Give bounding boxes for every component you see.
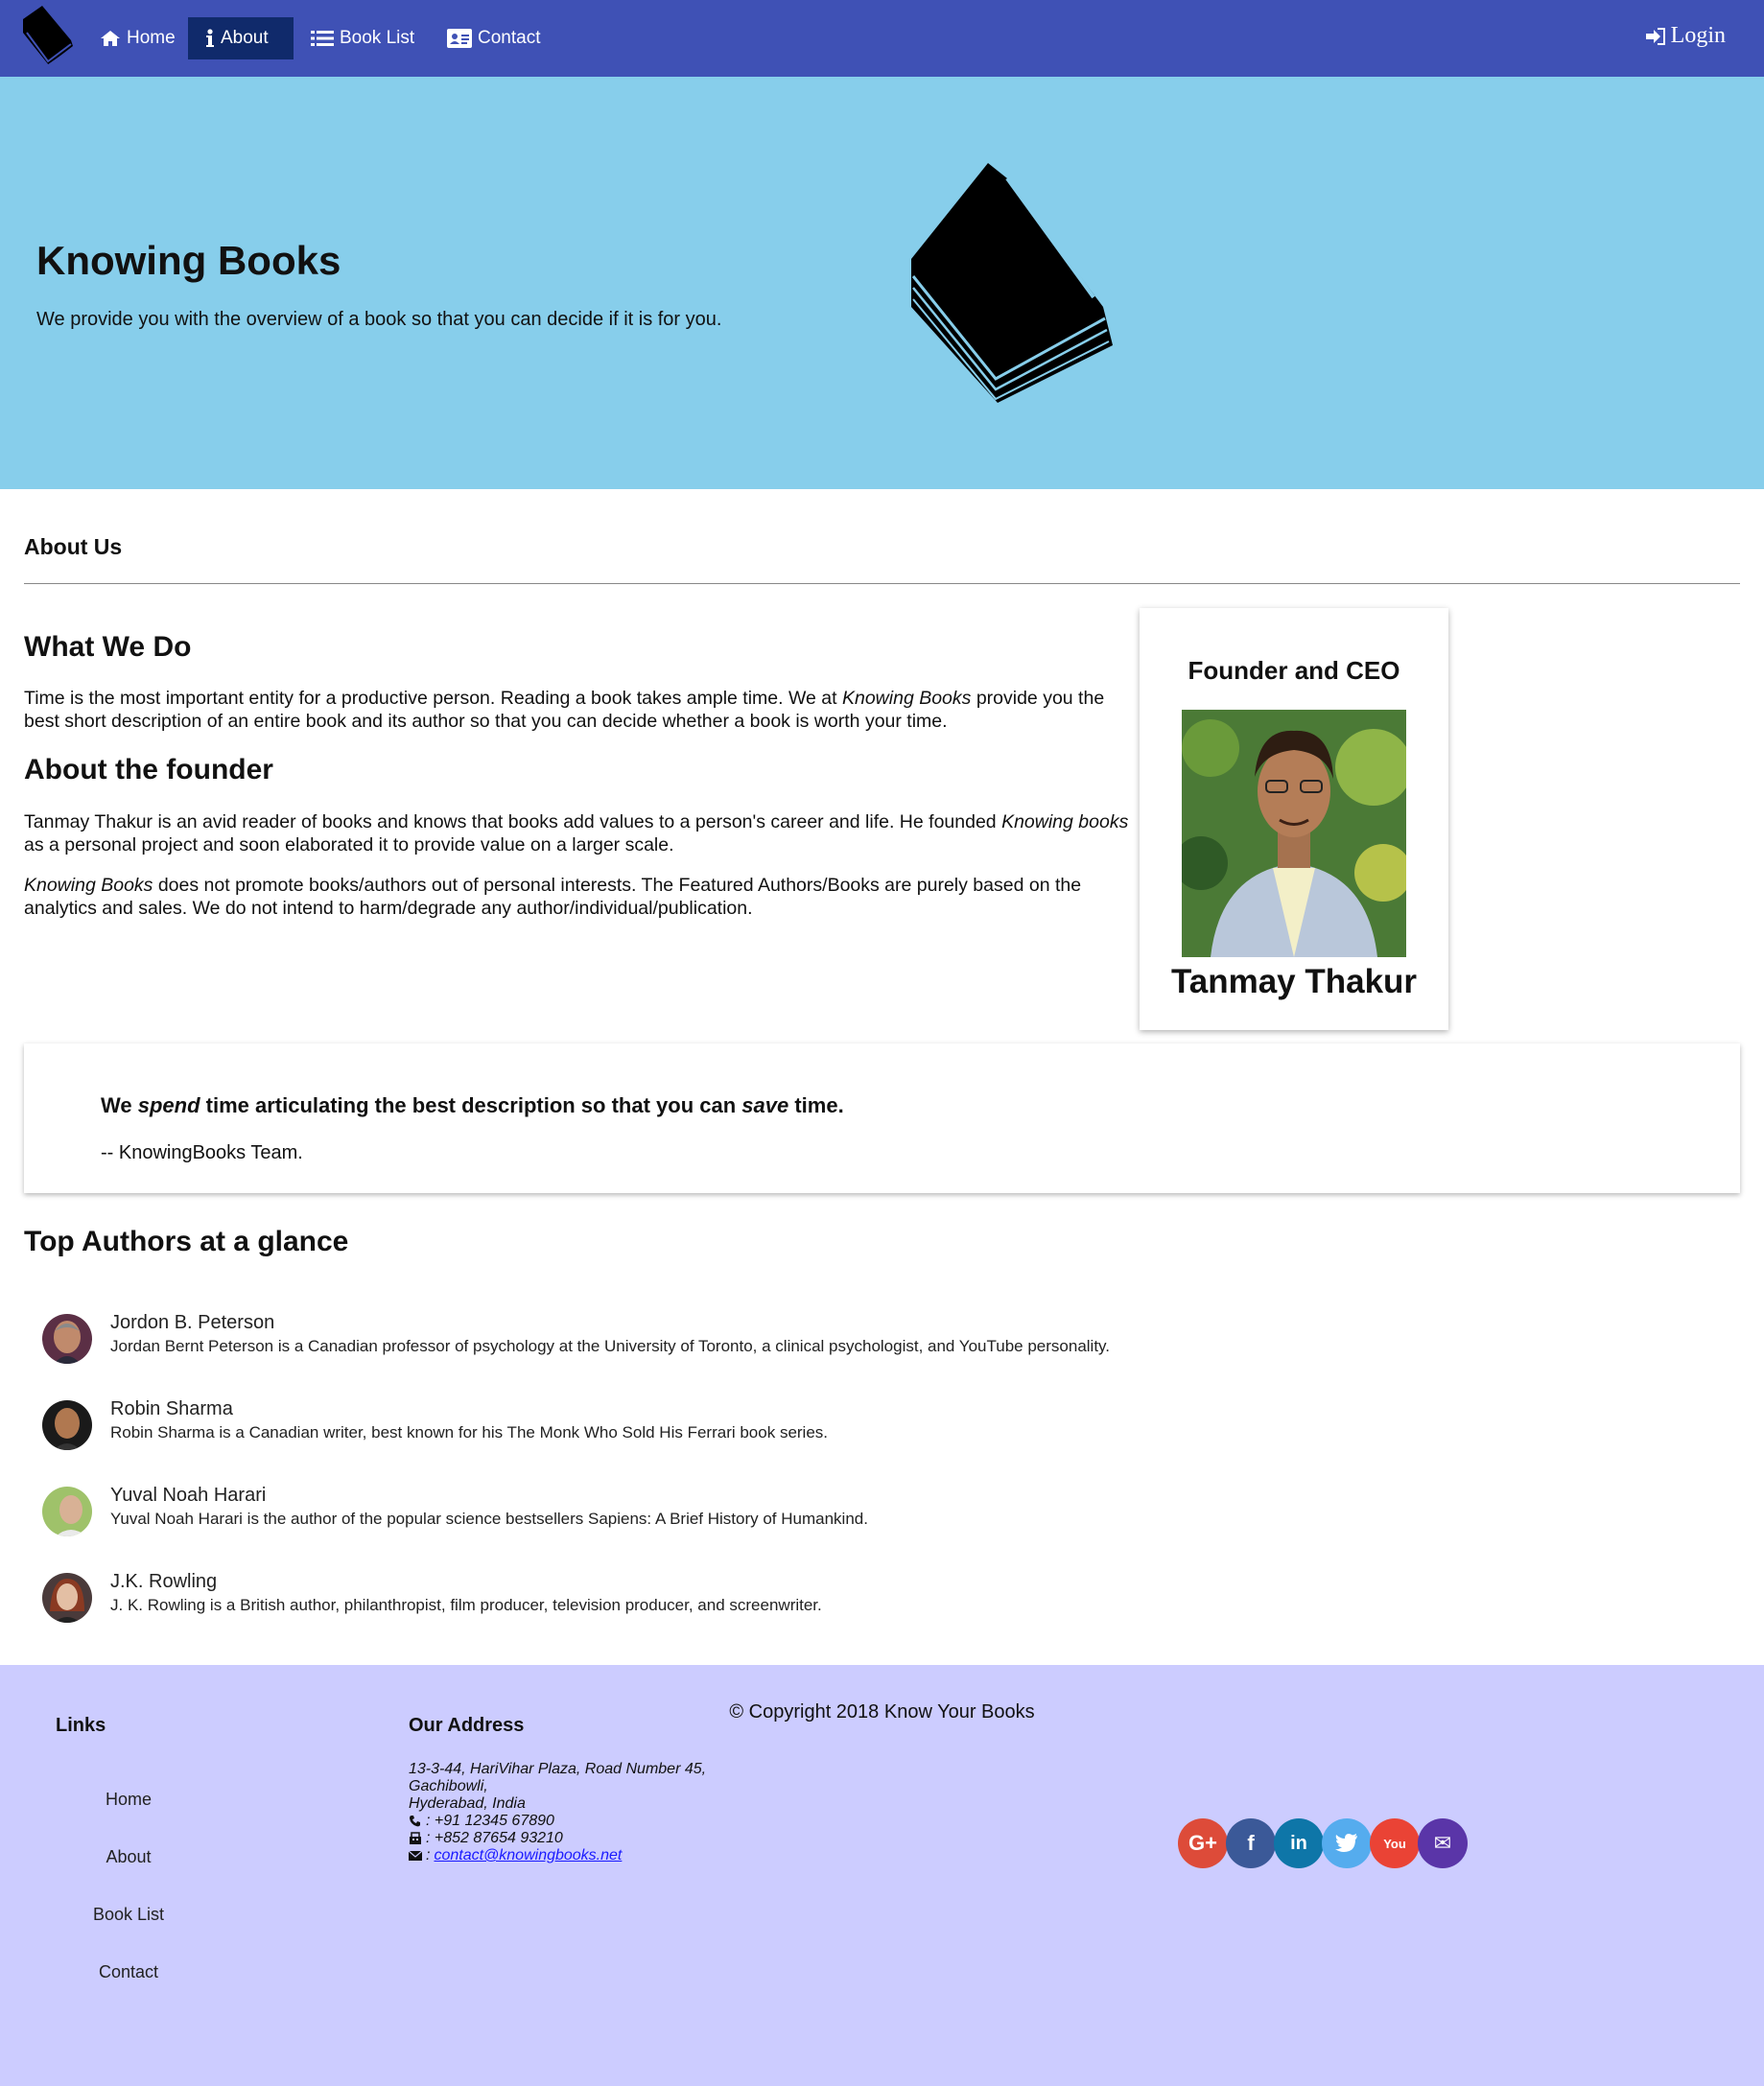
- about-founder-text: Tanmay Thakur is an avid reader of books…: [24, 811, 1129, 855]
- author-name: Yuval Noah Harari: [110, 1485, 267, 1506]
- author-avatar: [42, 1487, 92, 1536]
- author-item[interactable]: Yuval Noah Harari Yuval Noah Harari is t…: [42, 1485, 1289, 1544]
- about-us-heading: About Us: [24, 534, 123, 559]
- linkedin-icon[interactable]: in: [1274, 1818, 1324, 1868]
- address-line: Hyderabad, India: [409, 1795, 526, 1812]
- footer-link-contact[interactable]: Contact: [52, 1962, 205, 1982]
- book-logo-icon[interactable]: [19, 4, 79, 65]
- login-label: Login: [1670, 23, 1726, 48]
- author-desc: Yuval Noah Harari is the author of the p…: [110, 1510, 868, 1528]
- founder-role: Founder and CEO: [1188, 656, 1400, 685]
- policy-text: Knowing Books does not promote books/aut…: [24, 875, 1082, 919]
- about-founder-heading: About the founder: [24, 754, 273, 785]
- author-name: Robin Sharma: [110, 1398, 233, 1419]
- nav-contact[interactable]: Contact: [430, 17, 557, 59]
- login-button[interactable]: Login: [1645, 23, 1726, 49]
- phone-number: : +91 12345 67890: [426, 1813, 554, 1829]
- list-icon: [311, 31, 334, 46]
- nav-contact-label: Contact: [478, 28, 541, 48]
- author-avatar: [42, 1314, 92, 1364]
- email-link[interactable]: contact@knowingbooks.net: [434, 1847, 622, 1864]
- phone-icon: [410, 1816, 420, 1827]
- footer-link-book-list[interactable]: Book List: [52, 1905, 205, 1925]
- navbar: Home About Book List Contact Login: [0, 0, 1764, 77]
- hero-title: Knowing Books: [36, 238, 341, 283]
- author-item[interactable]: Jordon B. Peterson Jordan Bernt Peterson…: [42, 1312, 1289, 1371]
- fax-row: : +852 87654 93210: [409, 1830, 706, 1847]
- author-name: J.K. Rowling: [110, 1571, 218, 1592]
- nav-home-label: Home: [127, 28, 176, 48]
- author-desc: Jordan Bernt Peterson is a Canadian prof…: [110, 1337, 1111, 1355]
- nav-about-label: About: [221, 28, 269, 48]
- hero-subtitle: We provide you with the overview of a bo…: [36, 309, 722, 330]
- author-item[interactable]: Robin Sharma Robin Sharma is a Canadian …: [42, 1398, 1289, 1458]
- nav-about[interactable]: About: [188, 17, 294, 59]
- author-avatar: [42, 1400, 92, 1450]
- envelope-icon: [409, 1850, 422, 1861]
- address-card-icon: [447, 29, 472, 48]
- mail-icon[interactable]: ✉: [1418, 1818, 1468, 1868]
- nav-book-list[interactable]: Book List: [294, 17, 432, 59]
- quote-author: -- KnowingBooks Team.: [101, 1142, 303, 1163]
- quote-text: We spend time articulating the best desc…: [101, 1093, 844, 1117]
- google-plus-icon[interactable]: G+: [1178, 1818, 1228, 1868]
- divider: [24, 583, 1740, 584]
- home-icon: [101, 31, 120, 46]
- what-we-do-heading: What We Do: [24, 631, 192, 663]
- footer: Links Home About Book List Contact Our A…: [0, 1665, 1764, 2086]
- founder-name: Tanmay Thakur: [1170, 963, 1418, 1000]
- facebook-icon[interactable]: f: [1226, 1818, 1276, 1868]
- quote-card: We spend time articulating the best desc…: [24, 1043, 1740, 1193]
- fax-icon: [410, 1832, 421, 1844]
- author-name: Jordon B. Peterson: [110, 1312, 275, 1333]
- what-we-do-text: Time is the most important entity for a …: [24, 688, 1105, 732]
- author-item[interactable]: J.K. Rowling J. K. Rowling is a British …: [42, 1571, 1289, 1630]
- book-icon: [911, 163, 1113, 403]
- author-desc: Robin Sharma is a Canadian writer, best …: [110, 1423, 829, 1441]
- hero-banner: Knowing Books We provide you with the ov…: [0, 77, 1764, 489]
- nav-home[interactable]: Home: [82, 17, 193, 59]
- sign-in-icon: [1645, 27, 1665, 45]
- twitter-icon[interactable]: [1322, 1818, 1372, 1868]
- top-authors-heading: Top Authors at a glance: [24, 1226, 349, 1257]
- founder-photo: [1182, 710, 1406, 957]
- address-block: 13-3-44, HariVihar Plaza, Road Number 45…: [409, 1761, 706, 1864]
- copyright: © Copyright 2018 Know Your Books: [729, 1701, 1035, 1723]
- author-desc: J. K. Rowling is a British author, phila…: [110, 1596, 822, 1614]
- footer-link-about[interactable]: About: [52, 1847, 205, 1867]
- footer-link-home[interactable]: Home: [52, 1790, 205, 1810]
- email-row: : contact@knowingbooks.net: [409, 1847, 706, 1864]
- address-line: 13-3-44, HariVihar Plaza, Road Number 45…: [409, 1761, 707, 1777]
- youtube-icon[interactable]: You: [1370, 1818, 1420, 1868]
- founder-card: Founder and CEO Tanmay Thakur: [1140, 608, 1448, 1030]
- phone-row: : +91 12345 67890: [409, 1813, 706, 1830]
- address-line: Gachibowli,: [409, 1778, 488, 1794]
- nav-book-list-label: Book List: [340, 28, 415, 48]
- fax-number: : +852 87654 93210: [426, 1830, 563, 1846]
- info-icon: [206, 29, 214, 47]
- author-avatar: [42, 1573, 92, 1623]
